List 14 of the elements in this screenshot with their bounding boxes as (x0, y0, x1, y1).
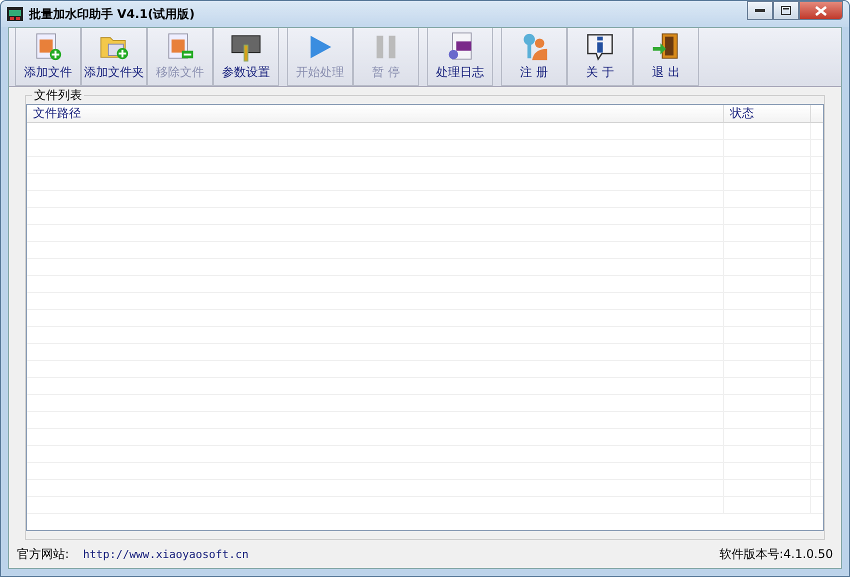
column-header[interactable]: 文件路径 (27, 105, 724, 122)
column-header[interactable]: 状态 (724, 105, 811, 122)
window-title: 批量加水印助手 V4.1(试用版) (29, 6, 195, 22)
toolbar-button[interactable]: 注 册 (501, 28, 567, 86)
website-link[interactable]: http://www.xiaoyaosoft.cn (83, 548, 249, 560)
website-label: 官方网站: (17, 546, 70, 562)
toolbar-button[interactable]: 参数设置 (213, 28, 279, 86)
toolbar-button[interactable]: 添加文件 (15, 28, 81, 86)
toolbar-button[interactable]: 添加文件夹 (81, 28, 147, 86)
toolbar-button[interactable]: 退 出 (633, 28, 699, 86)
version-text: 软件版本号:4.1.0.50 (719, 546, 833, 562)
group-title: 文件列表 (32, 87, 84, 104)
toolbar-button[interactable]: 处理日志 (427, 28, 493, 86)
toolbar-button[interactable]: 关 于 (567, 28, 633, 86)
